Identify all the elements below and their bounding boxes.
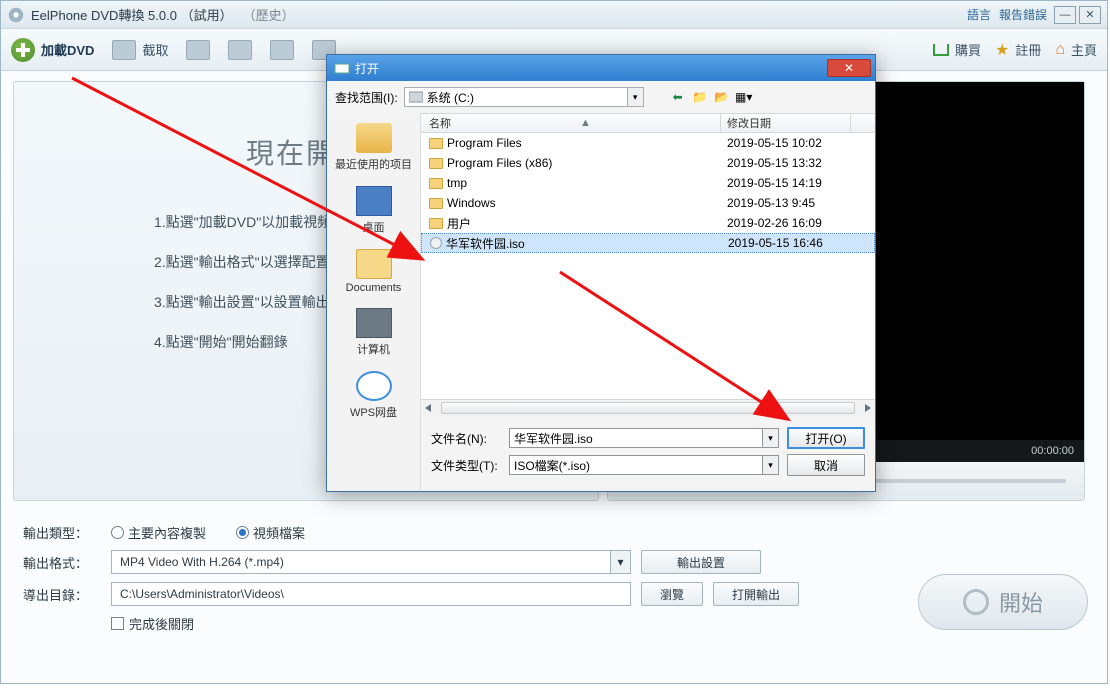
folder-icon [429,178,443,189]
file-row[interactable]: 用户2019-02-26 16:09 [421,213,875,233]
filename-label: 文件名(N): [431,430,501,447]
horizontal-scrollbar[interactable] [421,399,875,416]
recent-icon [356,123,392,153]
dialog-titlebar: 打开 ✕ [327,55,875,81]
output-format-label: 輸出格式： [23,553,111,572]
titlebar: EelPhone DVD轉換 5.0.0 （試用） （歷史） 語言 報告錯誤 —… [1,1,1107,29]
fx-icon [228,40,252,60]
screen-icon [186,40,210,60]
app-title: EelPhone DVD轉換 5.0.0 （試用） [31,5,233,24]
cloud-icon [356,371,392,401]
col-name[interactable]: 名称▲ [421,114,721,132]
folder-icon [429,218,443,229]
load-dvd-label: 加載DVD [41,40,94,59]
folder-icon [429,138,443,149]
dialog-title: 打开 [355,60,379,77]
chevron-down-icon: ▾ [762,456,778,474]
places-sidebar: 最近使用的项目 桌面 Documents 计算机 WPS网盘 [327,113,421,491]
start-button[interactable]: 開始 [918,574,1088,630]
language-link[interactable]: 語言 [967,6,991,23]
place-computer[interactable]: 计算机 [327,302,420,365]
filetype-combo[interactable]: ISO檔案(*.iso)▾ [509,455,779,475]
home-icon: ⌂ [1055,41,1065,59]
star-icon: ★ [995,40,1009,60]
col-date[interactable]: 修改日期 [721,114,851,132]
filename-combo[interactable]: 华军软件园.iso▾ [509,428,779,448]
chevron-down-icon: ▾ [627,88,643,106]
load-dvd-button[interactable]: 加載DVD [11,38,94,62]
buy-button[interactable]: 購買 [933,40,981,59]
output-format-combo[interactable]: MP4 Video With H.264 (*.mp4)▾ [111,550,631,574]
plus-icon [11,38,35,62]
time-value: 00:00:00 [1031,445,1074,457]
minimize-button[interactable]: — [1054,6,1076,24]
report-bug-link[interactable]: 報告錯誤 [999,6,1047,23]
file-list[interactable]: Program Files2019-05-15 10:02Program Fil… [421,133,875,399]
lookin-row: 查找范围(I): 系统 (C:) ▾ ⬅ 📁 📂 ▦▾ [327,81,875,113]
filetype-label: 文件类型(T): [431,457,501,474]
radio-video-file[interactable]: 視頻檔案 [236,523,305,542]
dialog-close-button[interactable]: ✕ [827,59,871,77]
chevron-down-icon: ▾ [762,429,778,447]
close-after-checkbox[interactable] [111,617,124,630]
file-row[interactable]: Windows2019-05-13 9:45 [421,193,875,213]
file-row[interactable]: Program Files2019-05-15 10:02 [421,133,875,153]
refresh-icon [963,589,989,615]
lookin-label: 查找范围(I): [335,89,398,106]
open-button[interactable]: 打开(O) [787,427,865,449]
tb-item-4[interactable] [228,40,252,60]
drive-icon [409,91,423,103]
place-documents[interactable]: Documents [327,243,420,302]
scroll-thumb[interactable] [441,402,855,414]
open-output-button[interactable]: 打開輸出 [713,582,799,606]
desktop-icon [356,186,392,216]
scroll-right-icon[interactable] [865,404,871,412]
file-row[interactable]: tmp2019-05-15 14:19 [421,173,875,193]
close-after-label: 完成後關閉 [129,614,194,633]
cancel-button[interactable]: 取消 [787,454,865,476]
newfolder-icon[interactable]: 📂 [714,89,730,105]
chevron-down-icon: ▾ [610,551,630,573]
folder-icon [429,158,443,169]
tb-item-5[interactable] [270,40,294,60]
file-list-header: 名称▲ 修改日期 [421,113,875,133]
close-button[interactable]: ✕ [1079,6,1101,24]
folder-icon [429,198,443,209]
documents-icon [356,249,392,279]
drive-combo[interactable]: 系统 (C:) ▾ [404,87,644,107]
computer-icon [356,308,392,338]
viewmode-icon[interactable]: ▦▾ [736,89,752,105]
place-recent[interactable]: 最近使用的项目 [327,117,420,180]
open-dialog: 打开 ✕ 查找范围(I): 系统 (C:) ▾ ⬅ 📁 📂 ▦▾ 最近使用的项目 [326,54,876,492]
app-icon [7,6,25,24]
grab-button[interactable]: 截取 [112,40,168,60]
iso-icon [430,237,442,249]
output-type-label: 輸出類型： [23,523,111,542]
radio-main-copy[interactable]: 主要內容複製 [111,523,206,542]
back-icon[interactable]: ⬅ [670,89,686,105]
up-icon[interactable]: 📁 [692,89,708,105]
output-dir-label: 導出目錄： [23,585,111,604]
browse-button[interactable]: 瀏覽 [641,582,703,606]
output-settings-button[interactable]: 輸出設置 [641,550,761,574]
scroll-left-icon[interactable] [425,404,431,412]
dialog-icon [334,60,350,76]
history-link[interactable]: （歷史） [243,5,295,24]
film-icon [112,40,136,60]
place-desktop[interactable]: 桌面 [327,180,420,243]
watermark-icon [270,40,294,60]
tb-item-3[interactable] [186,40,210,60]
register-button[interactable]: ★註冊 [995,40,1041,60]
file-row[interactable]: Program Files (x86)2019-05-15 13:32 [421,153,875,173]
output-dir-field[interactable]: C:\Users\Administrator\Videos\ [111,582,631,606]
cart-icon [933,44,949,56]
place-wps[interactable]: WPS网盘 [327,365,420,428]
file-row[interactable]: 华军软件园.iso2019-05-15 16:46 [421,233,875,253]
home-button[interactable]: ⌂主頁 [1055,40,1097,59]
